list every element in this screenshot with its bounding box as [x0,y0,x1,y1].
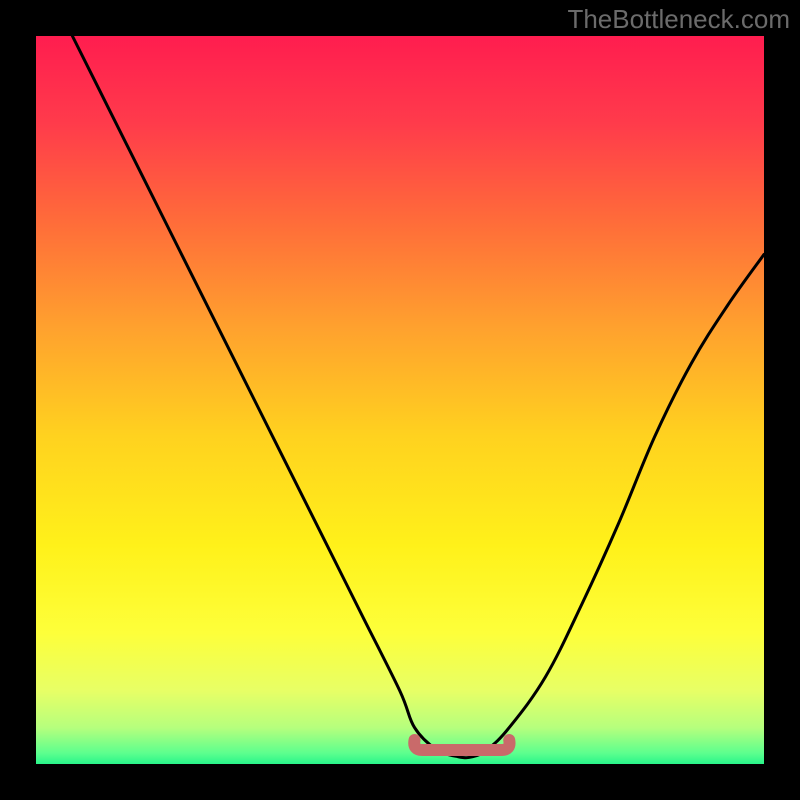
bottleneck-chart [0,0,800,800]
watermark-text: TheBottleneck.com [567,4,790,35]
chart-container: TheBottleneck.com [0,0,800,800]
plot-area [36,36,764,764]
